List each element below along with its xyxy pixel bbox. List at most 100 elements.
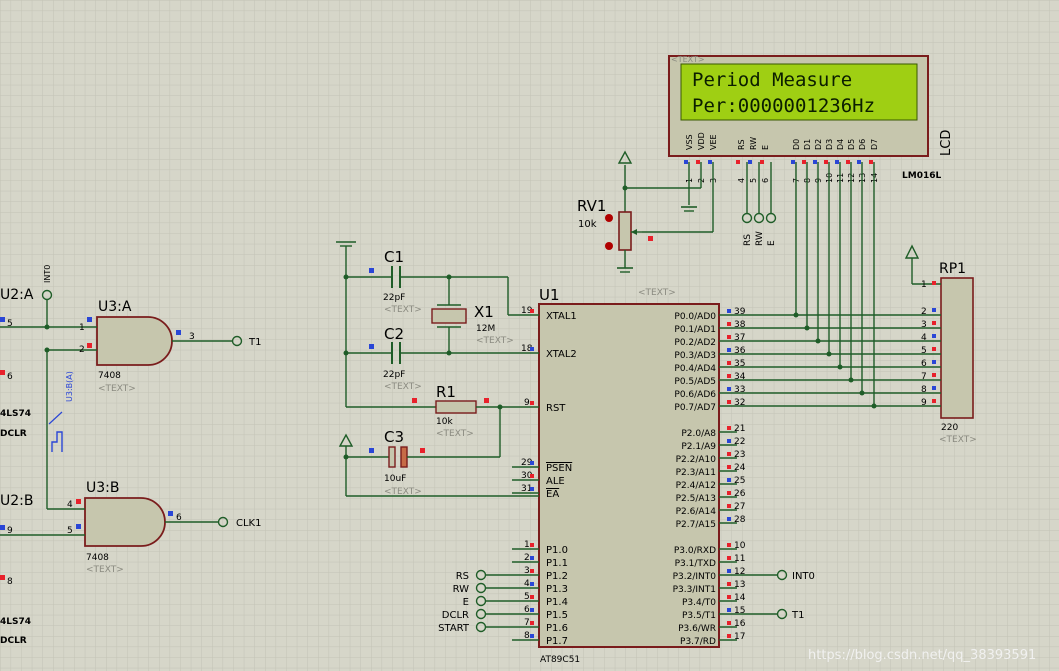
u3b-text-tag: <TEXT> (86, 565, 124, 575)
u1-pin-number-28: 28 (734, 515, 746, 525)
u1-pin-number-23: 23 (734, 450, 745, 460)
lcd-pin-marker (760, 160, 764, 164)
rp1-pin-number-1: 1 (921, 280, 927, 290)
u1-pin-name-ea: EA (546, 489, 559, 500)
rp1-pin-marker (932, 399, 936, 403)
u1-pin-name-p1-3: P1.3 (546, 584, 568, 595)
u1-pin-name-p3-6-wr: P3.6/WR (678, 624, 716, 634)
rp1-text-tag: <TEXT> (939, 435, 977, 445)
rp1-ref-label: RP1 (939, 261, 966, 277)
u1-pin-name-p1-0: P1.0 (546, 545, 568, 556)
u1-pin-marker (727, 361, 731, 365)
u1-pin-name-p3-4-t0: P3.4/T0 (682, 598, 716, 608)
c1-ref-label: C1 (384, 248, 404, 266)
lcd-pin-name-vss: VSS (685, 134, 694, 150)
u1-pin-marker (727, 465, 731, 469)
lcd-pin-name-d0: D0 (792, 139, 801, 150)
r1-value-label: 10k (436, 417, 453, 427)
u3a-text-tag: <TEXT> (98, 384, 136, 394)
lcd-rs-terminal-label: RS (743, 234, 753, 246)
u1-pin-marker (727, 348, 731, 352)
t1-terminal-label: T1 (791, 610, 804, 621)
u1-pin-name-p3-3-int1: P3.3/INT1 (673, 585, 716, 595)
p1-net-label-rs: RS (456, 571, 469, 582)
bus-junction (826, 351, 832, 357)
lcd-pin-marker (857, 160, 861, 164)
lcd-pin-marker (684, 160, 688, 164)
u1-pin-marker (530, 595, 534, 599)
u1-pin-name-p0-3-ad3: P0.3/AD3 (674, 351, 716, 361)
u1-pin-number-17: 17 (734, 632, 745, 642)
u2a-ref-label: U2:A (0, 287, 34, 303)
lcd-pin-name-rw: RW (749, 137, 758, 150)
u3b-model-label: 7408 (86, 553, 109, 563)
u3a-pin2-label: 2 (79, 345, 85, 355)
u1-pin-number-6: 6 (524, 605, 530, 615)
left-int0-label: INT0 (43, 265, 52, 283)
u1-pin-marker (727, 478, 731, 482)
c2-ref-label: C2 (384, 325, 404, 343)
u1-pin-name-p0-7-ad7: P0.7/AD7 (674, 403, 716, 413)
x1-value-label: 12M (476, 324, 495, 334)
rp1-pin-marker (932, 386, 936, 390)
u1-pin-marker (530, 474, 534, 478)
c3-ref-label: C3 (384, 428, 404, 446)
u1-pin-name-p0-5-ad5: P0.5/AD5 (674, 377, 716, 387)
u1-pin-marker (727, 556, 731, 560)
u1-pin-marker (727, 400, 731, 404)
lcd-ref-label: LCD (939, 130, 954, 156)
u1-pin-name-p0-0-ad0: P0.0/AD0 (674, 312, 716, 322)
schematic-canvas[interactable]: Period Measure Per:0000001236Hz <TEXT> L… (0, 0, 1059, 671)
u1-pin-marker (727, 309, 731, 313)
c1-text-tag: <TEXT> (384, 305, 422, 315)
u1-pin-number-8: 8 (524, 631, 530, 641)
u1-pin-marker (727, 452, 731, 456)
p1-net-label-dclr: DCLR (442, 610, 469, 621)
lcd-line-2: Per:0000001236Hz (692, 95, 875, 117)
u1-pin-marker (727, 387, 731, 391)
u3b-ref-label: U3:B (86, 480, 119, 496)
c3-value-label: 10uF (384, 474, 406, 484)
u1-pin-name-p3-2-int0: P3.2/INT0 (673, 572, 717, 582)
u1-pin-name-ale: ALE (546, 476, 565, 487)
u1-pin-marker (530, 582, 534, 586)
u1-model-label: AT89C51 (540, 655, 580, 665)
lcd-pin-marker (824, 160, 828, 164)
u1-at89c51[interactable]: U1 AT89C51 19 XTAL118 XTAL29 RST29 PSEN30 ALE… (512, 286, 746, 665)
u1-pin-number-26: 26 (734, 489, 746, 499)
rp1-pin-marker (932, 347, 936, 351)
u1-pin-number-22: 22 (734, 437, 745, 447)
lcd-pin-marker (736, 160, 740, 164)
u1-pin-number-5: 5 (524, 592, 530, 602)
bus-junction (837, 364, 843, 370)
u2b-ref-label: U2:B (0, 493, 33, 509)
u3b-pin5-label: 5 (67, 526, 73, 536)
rp1-value-label: 220 (941, 423, 958, 433)
left-74ls74-a-label: 4LS74 (0, 409, 31, 419)
u1-pin-name-psen: PSEN (546, 463, 572, 474)
u1-pin-marker (727, 634, 731, 638)
u1-pin-marker (530, 401, 534, 405)
lcd-e-terminal-label: E (767, 240, 777, 246)
c1-value-label: 22pF (383, 293, 405, 303)
p1-net-label-e: E (463, 597, 469, 608)
rv1-value-label: 10k (578, 219, 597, 230)
x1-ref-label: X1 (474, 303, 494, 321)
u1-pin-name-p3-1-txd: P3.1/TXD (675, 559, 716, 569)
rp1-pin-marker (932, 281, 936, 285)
u1-pin-name-p3-7-rd: P3.7/RD (680, 637, 716, 647)
u1-pin-name-p1-5: P1.5 (546, 610, 568, 621)
u1-pin-number-11: 11 (734, 554, 745, 564)
left-pin6-label: 6 (7, 372, 13, 382)
u1-pin-marker (727, 517, 731, 521)
u3a-pin1-label: 1 (79, 323, 85, 333)
u3a-output-label: T1 (248, 337, 261, 348)
u1-pin-marker (530, 347, 534, 351)
u1-pin-number-13: 13 (734, 580, 745, 590)
u1-ref-label: U1 (539, 286, 560, 304)
u1-pin-marker (530, 309, 534, 313)
u1-pin-name-p1-1: P1.1 (546, 558, 568, 569)
left-dclr-a-label: DCLR (0, 429, 27, 439)
left-74ls74-b-label: 4LS74 (0, 617, 31, 627)
u1-pin-marker (530, 556, 534, 560)
